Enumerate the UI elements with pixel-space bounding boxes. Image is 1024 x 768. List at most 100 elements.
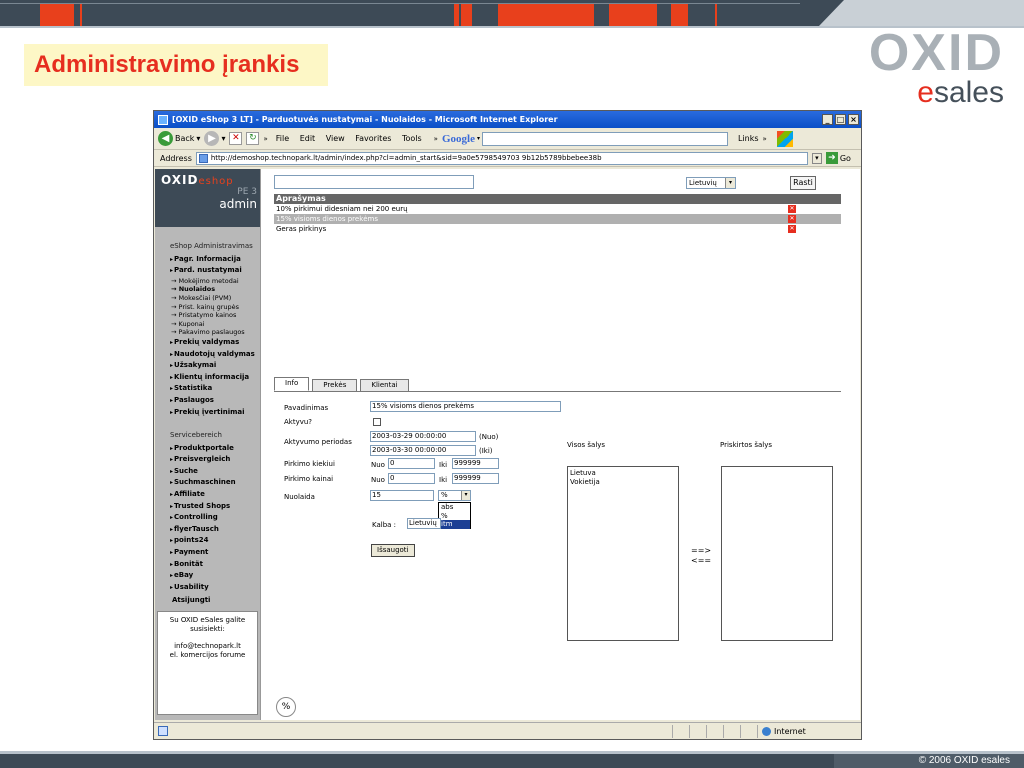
google-search-input[interactable] — [481, 131, 728, 146]
sidebar-item[interactable]: Paslaugos — [170, 395, 260, 407]
menu-edit[interactable]: Edit — [300, 134, 316, 143]
delete-icon[interactable]: ✕ — [788, 215, 796, 223]
sidebar-item[interactable]: Payment — [170, 547, 260, 559]
address-input[interactable]: http://demoshop.technopark.lt/admin/inde… — [195, 151, 808, 165]
browser-menu: File Edit View Favorites Tools — [276, 134, 430, 143]
list-item[interactable]: Lietuva — [570, 469, 676, 478]
sidebar-item[interactable]: Produktportale — [170, 443, 260, 455]
language-field[interactable]: Lietuvių — [407, 518, 441, 529]
dropdown-option[interactable]: % — [439, 512, 470, 521]
sidebar-item[interactable]: flyerTausch — [170, 524, 260, 536]
browser-window: [OXID eShop 3 LT] - Parduotuvės nustatym… — [153, 110, 862, 740]
go-button[interactable]: ➜ Go — [825, 152, 851, 164]
assign-country-button[interactable]: ==> — [691, 546, 711, 556]
price-label: Pirkimo kainai — [284, 475, 334, 483]
sidebar-item[interactable]: Preisvergleich — [170, 454, 260, 466]
sidebar-item[interactable]: Bonität — [170, 559, 260, 571]
tab-info[interactable]: Info — [274, 377, 310, 391]
menu-file[interactable]: File — [276, 134, 289, 143]
dropdown-option[interactable]: abs — [439, 503, 470, 512]
save-button[interactable]: Išsaugoti — [371, 544, 415, 557]
assigned-countries-label: Priskirtos šalys — [720, 441, 773, 449]
sidebar-item[interactable]: Prekių valdymas — [170, 337, 260, 349]
active-checkbox[interactable] — [373, 418, 381, 426]
discount-value-input[interactable]: 15 — [370, 490, 434, 501]
sidebar-item[interactable]: Prekių įvertinimai — [170, 407, 260, 419]
status-bar: Internet — [154, 722, 861, 739]
sidebar-item[interactable]: Mokėjimo metodai — [170, 277, 260, 286]
stop-icon[interactable]: ✕ — [229, 132, 243, 145]
copyright: © 2006 OXID esales — [918, 755, 1010, 766]
sidebar-item[interactable]: Affiliate — [170, 489, 260, 501]
sidebar-item[interactable]: Klientų informacija — [170, 372, 260, 384]
sidebar-item[interactable]: points24 — [170, 535, 260, 547]
menu-favorites[interactable]: Favorites — [355, 134, 391, 143]
sidebar-item[interactable]: Kuponai — [170, 320, 260, 329]
logout-link[interactable]: Atsijungti — [170, 595, 260, 606]
links-button[interactable]: Links — [738, 134, 759, 143]
forward-button[interactable]: ▶ ▾ — [204, 131, 225, 146]
discount-type-select[interactable]: % ▾ — [438, 490, 471, 501]
maximize-button[interactable]: □ — [835, 114, 846, 125]
dropdown-option[interactable]: itm — [439, 520, 470, 529]
tab-products[interactable]: Prekės — [312, 379, 358, 391]
list-row[interactable]: Geras pirkinys ✕ — [274, 224, 841, 234]
quantity-to-input[interactable]: 999999 — [452, 458, 499, 469]
active-from-input[interactable]: 2003-03-29 00:00:00 — [370, 431, 476, 442]
price-to-input[interactable]: 999999 — [452, 473, 499, 484]
all-countries-list[interactable]: Lietuva Vokietija — [567, 466, 679, 641]
address-dropdown-icon[interactable]: ▾ — [811, 152, 822, 164]
chevron-down-icon: ▾ — [461, 491, 470, 500]
minimize-button[interactable]: _ — [822, 114, 833, 125]
menu-tools[interactable]: Tools — [402, 134, 422, 143]
sidebar-item[interactable]: Statistika — [170, 383, 260, 395]
oxid-eshop-logo: OXIDeshop PE 3 admin — [155, 169, 260, 227]
menu-view[interactable]: View — [326, 134, 345, 143]
tab-customers[interactable]: Klientai — [360, 379, 409, 391]
nav-header-service: Servicebereich — [170, 431, 222, 440]
delete-icon[interactable]: ✕ — [788, 225, 796, 233]
price-from-input[interactable]: 0 — [388, 473, 435, 484]
list-row[interactable]: 10% pirkimui didesniam nei 200 eurų ✕ — [274, 204, 841, 214]
sidebar-item[interactable]: Pagr. Informacija — [170, 254, 260, 266]
sidebar-item[interactable]: eBay — [170, 570, 260, 582]
slide-footer: © 2006 OXID esales — [0, 751, 1024, 768]
sidebar-item[interactable]: Pakavimo paslaugos — [170, 328, 260, 337]
sidebar-item[interactable]: Mokesčiai (PVM) — [170, 294, 260, 303]
list-row[interactable]: 15% visioms dienos prekėms ✕ — [274, 214, 841, 224]
find-button[interactable]: Rasti — [790, 176, 816, 190]
back-arrow-icon: ◀ — [158, 131, 173, 146]
quantity-from-input[interactable]: 0 — [388, 458, 435, 469]
sidebar-item[interactable]: Prist. kainų grupės — [170, 303, 260, 312]
delete-icon[interactable]: ✕ — [788, 205, 796, 213]
active-label: Aktyvu? — [284, 418, 313, 426]
sidebar-item[interactable]: Užsakymai — [170, 360, 260, 372]
unassign-country-button[interactable]: <== — [691, 556, 711, 566]
sidebar-item[interactable]: Pristatymo kainos — [170, 311, 260, 320]
security-zone: Internet — [757, 724, 861, 738]
assigned-countries-list[interactable] — [721, 466, 833, 641]
back-button[interactable]: ◀ Back ▾ — [158, 131, 200, 146]
sidebar-item[interactable]: Suche — [170, 466, 260, 478]
close-button[interactable]: × — [848, 114, 859, 125]
google-logo[interactable]: Google — [442, 133, 475, 145]
sidebar-item[interactable]: Pard. nustatymai — [170, 265, 260, 277]
refresh-icon[interactable]: ↻ — [246, 132, 260, 145]
sidebar-item[interactable]: Controlling — [170, 512, 260, 524]
contact-email[interactable]: info@technopark.lt — [158, 642, 257, 651]
sidebar-item[interactable]: Suchmaschinen — [170, 477, 260, 489]
active-to-input[interactable]: 2003-03-30 00:00:00 — [370, 445, 476, 456]
list-item[interactable]: Vokietija — [570, 478, 676, 487]
sidebar-item[interactable]: Naudotojų valdymas — [170, 349, 260, 361]
chevron-down-icon: ▾ — [725, 178, 735, 188]
commerce-forum-link[interactable]: el. komercijos forume — [158, 651, 257, 660]
sidebar-item[interactable]: Usability — [170, 582, 260, 594]
sidebar-item[interactable]: Nuolaidos — [170, 285, 260, 294]
sidebar-item[interactable]: Trusted Shops — [170, 501, 260, 513]
name-input[interactable]: 15% visioms dienos prekėms — [370, 401, 561, 412]
window-title: [OXID eShop 3 LT] - Parduotuvės nustatym… — [172, 115, 558, 124]
list-search-input[interactable] — [274, 175, 474, 189]
language-select[interactable]: Lietuvių ▾ — [686, 177, 736, 189]
list-header-description[interactable]: Aprašymas — [274, 194, 841, 204]
google-toolbar: Google ▾ — [442, 131, 728, 146]
